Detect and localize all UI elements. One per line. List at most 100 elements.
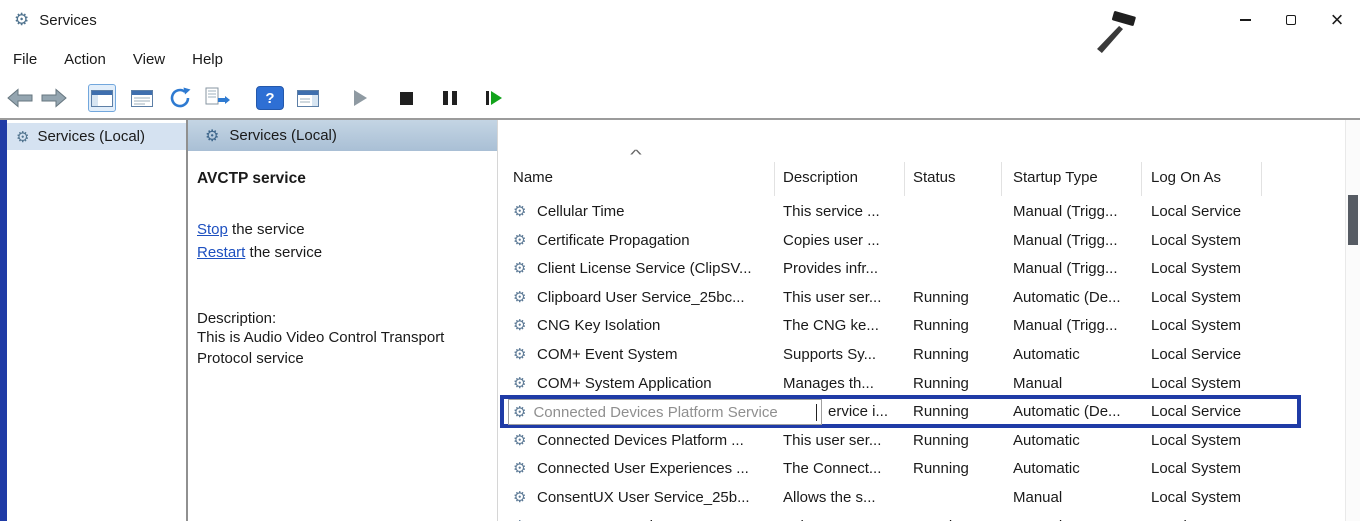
service-gear-icon: ⚙	[513, 198, 526, 227]
service-status: Running	[913, 398, 998, 427]
close-button[interactable]: ×	[1314, 0, 1360, 40]
tree-item-services-local[interactable]: ⚙ Services (Local)	[7, 123, 186, 150]
content-area: ⚙ Services (Local) ⚙ Services (Local) AV…	[0, 120, 1360, 521]
show-hide-console-tree-button[interactable]	[88, 84, 116, 112]
text-caret	[816, 404, 817, 421]
service-name: CNG Key Isolation	[537, 312, 770, 341]
service-gear-icon: ⚙	[513, 341, 526, 370]
menu-action[interactable]: Action	[64, 51, 106, 68]
services-app-icon: ⚙	[14, 10, 29, 30]
restart-service-link[interactable]: Restart	[197, 244, 245, 261]
service-status: Running	[913, 341, 998, 370]
service-row[interactable]: ⚙ Contact Data_25bc55 Indexes cont... Ru…	[498, 513, 1345, 521]
service-name: Connected Devices Platform ...	[537, 427, 770, 456]
service-row[interactable]: ⚙ Connected Devices Platform ... This us…	[498, 427, 1345, 456]
service-row[interactable]: ⚙ Connected User Experiences ... The Con…	[498, 455, 1345, 484]
service-log-on-as: Local System	[1151, 312, 1271, 341]
minimize-button[interactable]	[1222, 0, 1268, 40]
action-pane-button[interactable]	[294, 84, 322, 112]
tree-item-label: Services (Local)	[37, 128, 145, 145]
service-startup-type: Manual	[1013, 513, 1139, 521]
selected-service-title: AVCTP service	[197, 170, 499, 188]
stop-service-link[interactable]: Stop	[197, 221, 228, 238]
column-header-name[interactable]: Name	[513, 164, 553, 192]
forward-button[interactable]	[40, 84, 68, 112]
toolbar: ?	[0, 78, 1360, 120]
service-name: Client License Service (ClipSV...	[537, 255, 770, 284]
description-text: This is Audio Video Control Transport Pr…	[197, 328, 499, 369]
service-row[interactable]: ⚙ COM+ Event System Supports Sy... Runni…	[498, 341, 1345, 370]
service-log-on-as: Local Service	[1151, 398, 1271, 427]
service-log-on-as: Local System	[1151, 255, 1271, 284]
service-status: Running	[913, 370, 998, 399]
service-startup-type: Automatic	[1013, 455, 1139, 484]
menu-help[interactable]: Help	[192, 51, 223, 68]
column-divider[interactable]	[1261, 162, 1262, 196]
service-gear-icon: ⚙	[513, 312, 526, 341]
column-divider[interactable]	[1001, 162, 1002, 196]
service-row-editing[interactable]: ⚙ Connected Devices Platform Service erv…	[498, 398, 1345, 427]
restart-service-button[interactable]	[480, 84, 508, 112]
column-header-status[interactable]: Status	[913, 164, 956, 192]
service-row[interactable]: ⚙ CNG Key Isolation The CNG ke... Runnin…	[498, 312, 1345, 341]
column-header-startup-type[interactable]: Startup Type	[1013, 164, 1098, 192]
service-startup-type: Automatic (De...	[1013, 284, 1139, 313]
service-gear-icon: ⚙	[513, 227, 526, 256]
service-log-on-as: Local System	[1151, 427, 1271, 456]
scrollbar-thumb[interactable]	[1348, 195, 1358, 245]
window-accent-border	[0, 120, 7, 521]
service-row[interactable]: ⚙ Client License Service (ClipSV... Prov…	[498, 255, 1345, 284]
refresh-button[interactable]	[166, 84, 194, 112]
forward-arrow-icon	[41, 87, 67, 109]
pause-service-button[interactable]	[436, 84, 464, 112]
stop-service-button[interactable]	[392, 84, 420, 112]
service-name: COM+ System Application	[537, 370, 770, 399]
service-row[interactable]: ⚙ ConsentUX User Service_25b... Allows t…	[498, 484, 1345, 513]
pause-icon	[443, 91, 457, 105]
help-button[interactable]: ?	[256, 86, 284, 110]
maximize-button[interactable]	[1268, 0, 1314, 40]
stop-service-line: Stop the service	[197, 218, 499, 241]
services-gear-icon: ⚙	[16, 128, 29, 146]
service-description: Allows the s...	[783, 484, 907, 513]
hammer-cursor-icon	[1088, 10, 1140, 60]
service-rename-input[interactable]: ⚙ Connected Devices Platform Service	[508, 399, 822, 425]
column-header-description[interactable]: Description	[783, 164, 858, 192]
stop-suffix: the service	[228, 221, 305, 238]
back-button[interactable]	[6, 84, 34, 112]
column-divider[interactable]	[1141, 162, 1142, 196]
column-divider[interactable]	[774, 162, 775, 196]
service-gear-icon: ⚙	[513, 403, 526, 421]
service-row[interactable]: ⚙ COM+ System Application Manages th... …	[498, 370, 1345, 399]
services-header-label: Services (Local)	[229, 127, 337, 144]
service-startup-type: Automatic (De...	[1013, 398, 1139, 427]
menu-file[interactable]: File	[13, 51, 37, 68]
start-service-button[interactable]	[346, 84, 374, 112]
column-header-log-on-as[interactable]: Log On As	[1151, 164, 1221, 192]
service-gear-icon: ⚙	[513, 284, 526, 313]
restart-service-line: Restart the service	[197, 241, 499, 264]
service-name: Certificate Propagation	[537, 227, 770, 256]
service-row[interactable]: ⚙ Clipboard User Service_25bc... This us…	[498, 284, 1345, 313]
description-label: Description:	[197, 310, 499, 327]
question-mark-icon: ?	[265, 90, 274, 107]
service-status: Running	[913, 284, 998, 313]
service-row[interactable]: ⚙ Certificate Propagation Copies user ..…	[498, 227, 1345, 256]
service-gear-icon: ⚙	[513, 455, 526, 484]
export-list-button[interactable]	[204, 84, 232, 112]
service-startup-type: Manual	[1013, 484, 1139, 513]
menu-view[interactable]: View	[133, 51, 165, 68]
column-divider[interactable]	[904, 162, 905, 196]
service-description: The CNG ke...	[783, 312, 907, 341]
refresh-icon	[168, 86, 192, 110]
main-panel: ⚙ Services (Local) AVCTP service Stop th…	[188, 120, 1360, 521]
service-row[interactable]: ⚙ Cellular Time This service ... Manual …	[498, 198, 1345, 227]
sort-ascending-icon: ^	[598, 147, 674, 162]
properties-button[interactable]	[128, 84, 156, 112]
vertical-scrollbar[interactable]	[1345, 120, 1360, 521]
service-description: The Connect...	[783, 455, 907, 484]
service-log-on-as: Local System	[1151, 284, 1271, 313]
service-description: Provides infr...	[783, 255, 907, 284]
title-bar: ⚙ Services ×	[0, 0, 1360, 40]
window-controls: ×	[1222, 0, 1360, 40]
